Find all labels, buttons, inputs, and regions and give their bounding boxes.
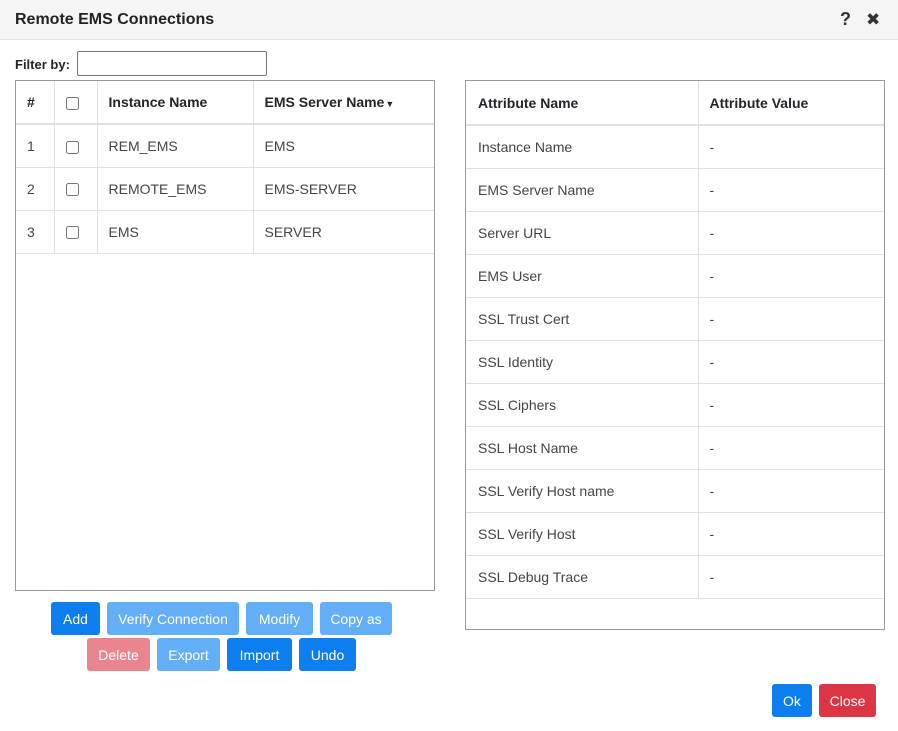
row-select-cell <box>54 210 98 254</box>
attribute-value-cell: - <box>698 426 884 470</box>
attribute-value-cell: - <box>698 555 884 599</box>
ems-server-name-cell: SERVER <box>253 210 434 254</box>
instance-name-cell: REM_EMS <box>97 124 254 168</box>
attribute-value-cell: - <box>698 125 884 169</box>
attribute-row: EMS User - <box>466 254 884 298</box>
instance-name-cell: EMS <box>97 210 254 254</box>
attribute-name-cell: SSL Ciphers <box>466 383 699 427</box>
attribute-value-cell: - <box>698 383 884 427</box>
ems-server-name-cell: EMS-SERVER <box>253 167 434 211</box>
attribute-row: EMS Server Name - <box>466 168 884 212</box>
row-select-checkbox[interactable] <box>65 140 79 154</box>
delete-button[interactable]: Delete <box>87 638 150 671</box>
attribute-name-cell: SSL Host Name <box>466 426 699 470</box>
verify-connection-button[interactable]: Verify Connection <box>107 602 239 635</box>
attribute-value-cell: - <box>698 469 884 513</box>
attribute-name-cell: Instance Name <box>466 125 699 169</box>
attributes-table: Attribute Name Attribute Value Instance … <box>466 81 884 599</box>
col-header-ems-server-name[interactable]: EMS Server Name▼ <box>253 81 434 125</box>
help-icon[interactable]: ? <box>840 9 851 30</box>
attribute-name-cell: EMS User <box>466 254 699 298</box>
col-header-num: # <box>16 81 55 125</box>
col-header-instance-name[interactable]: Instance Name <box>97 81 254 125</box>
attribute-name-cell: SSL Verify Host name <box>466 469 699 513</box>
connections-table: # Instance Name EMS Server Name▼ 1 REM_EM… <box>16 81 434 254</box>
col-header-ems-server-label: EMS Server Name <box>264 94 385 110</box>
ems-server-name-cell: EMS <box>253 124 434 168</box>
add-button[interactable]: Add <box>51 602 100 635</box>
connections-panel: # Instance Name EMS Server Name▼ 1 REM_EM… <box>15 80 435 591</box>
attribute-row: SSL Verify Host name - <box>466 469 884 513</box>
row-select-checkbox[interactable] <box>65 226 79 240</box>
attribute-row: SSL Verify Host - <box>466 512 884 556</box>
filter-label: Filter by: <box>15 57 70 72</box>
instance-name-cell: REMOTE_EMS <box>97 167 254 211</box>
connections-header-row: # Instance Name EMS Server Name▼ <box>16 81 434 125</box>
select-all-checkbox[interactable] <box>65 96 79 110</box>
col-header-attribute-name: Attribute Name <box>466 81 699 126</box>
import-button[interactable]: Import <box>227 638 292 671</box>
filter-input[interactable] <box>77 51 267 76</box>
attribute-value-cell: - <box>698 254 884 298</box>
dialog-title: Remote EMS Connections <box>15 11 215 28</box>
attribute-value-cell: - <box>698 512 884 556</box>
attributes-panel: Attribute Name Attribute Value Instance … <box>465 80 885 630</box>
attribute-value-cell: - <box>698 297 884 341</box>
sort-desc-icon: ▼ <box>385 99 395 109</box>
attribute-name-cell: SSL Debug Trace <box>466 555 699 599</box>
attribute-name-cell: SSL Identity <box>466 340 699 384</box>
attribute-name-cell: EMS Server Name <box>466 168 699 212</box>
attribute-row: SSL Debug Trace - <box>466 555 884 599</box>
row-number: 3 <box>16 210 55 254</box>
attribute-row: SSL Host Name - <box>466 426 884 470</box>
attributes-header-row: Attribute Name Attribute Value <box>466 81 884 126</box>
attribute-value-cell: - <box>698 168 884 212</box>
attribute-row: Instance Name - <box>466 125 884 169</box>
ok-button[interactable]: Ok <box>772 684 812 717</box>
close-icon[interactable]: ✖ <box>866 10 880 30</box>
copy-as-button[interactable]: Copy as <box>320 602 392 635</box>
col-header-select <box>54 81 98 125</box>
attribute-row: Server URL - <box>466 211 884 255</box>
close-button[interactable]: Close <box>819 684 876 717</box>
connection-row[interactable]: 1 REM_EMS EMS <box>16 124 434 168</box>
row-select-checkbox[interactable] <box>65 183 79 197</box>
attribute-name-cell: SSL Verify Host <box>466 512 699 556</box>
attribute-row: SSL Identity - <box>466 340 884 384</box>
row-number: 2 <box>16 167 55 211</box>
row-select-cell <box>54 124 98 168</box>
modify-button[interactable]: Modify <box>246 602 313 635</box>
row-select-cell <box>54 167 98 211</box>
attribute-row: SSL Trust Cert - <box>466 297 884 341</box>
undo-button[interactable]: Undo <box>299 638 356 671</box>
export-button[interactable]: Export <box>157 638 220 671</box>
col-header-attribute-value: Attribute Value <box>698 81 884 126</box>
row-number: 1 <box>16 124 55 168</box>
dialog-header: Remote EMS Connections ? ✖ <box>0 0 898 40</box>
attribute-name-cell: SSL Trust Cert <box>466 297 699 341</box>
attribute-name-cell: Server URL <box>466 211 699 255</box>
connection-row[interactable]: 3 EMS SERVER <box>16 210 434 254</box>
attribute-value-cell: - <box>698 211 884 255</box>
attribute-value-cell: - <box>698 340 884 384</box>
attribute-row: SSL Ciphers - <box>466 383 884 427</box>
connection-row[interactable]: 2 REMOTE_EMS EMS-SERVER <box>16 167 434 211</box>
